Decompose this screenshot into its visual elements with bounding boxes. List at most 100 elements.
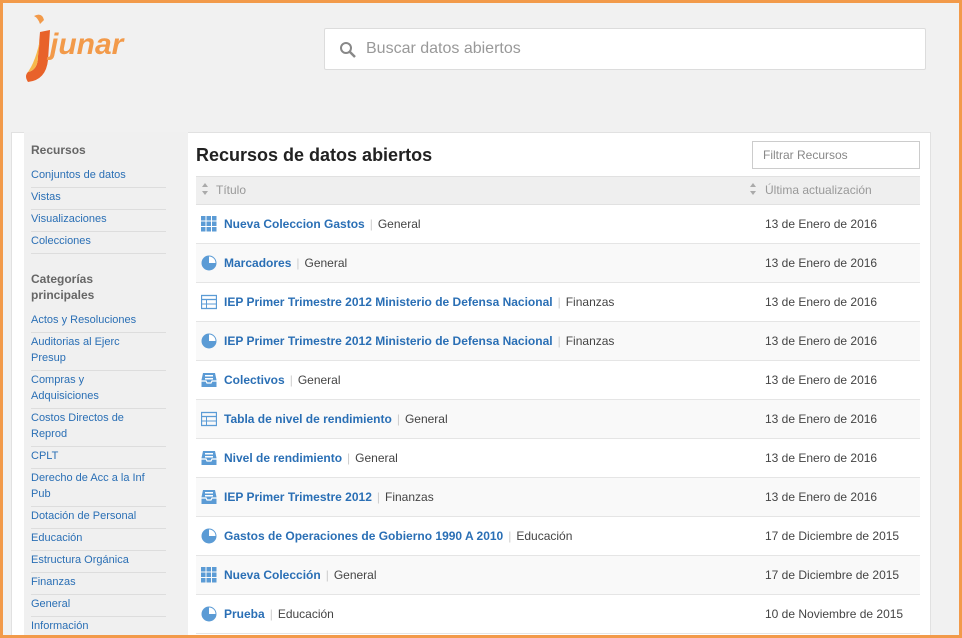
resource-name-cell: Colectivos | General (224, 373, 341, 387)
sidebar-item-category[interactable]: General (31, 595, 166, 617)
category-label-line: CPLT (31, 450, 59, 462)
resource-link[interactable]: Prueba (224, 607, 265, 621)
resource-name-cell: Marcadores | General (224, 256, 347, 270)
resource-link[interactable]: Nueva Colección (224, 568, 321, 582)
resource-category[interactable]: General (298, 373, 341, 387)
resource-link[interactable]: IEP Primer Trimestre 2012 Ministerio de … (224, 295, 553, 309)
separator: | (325, 568, 329, 582)
filter-input[interactable]: Filtrar Recursos (752, 141, 920, 169)
resource-category[interactable]: General (405, 412, 448, 426)
resource-link[interactable]: Gastos de Operaciones de Gobierno 1990 A… (224, 529, 503, 543)
resource-category[interactable]: General (305, 256, 348, 270)
table-row[interactable]: IEP Primer Trimestre 2012 Ministerio de … (196, 283, 920, 322)
category-label-line: General (31, 598, 71, 610)
search-bar[interactable]: Buscar datos abiertos (324, 28, 926, 70)
resource-date: 13 de Enero de 2016 (765, 334, 878, 348)
sidebar-item-category[interactable]: Dotación de Personal (31, 507, 166, 529)
filter-placeholder: Filtrar Recursos (763, 148, 848, 162)
category-label-line: Finanzas (31, 576, 76, 588)
sidebar-item-resource[interactable]: Vistas (31, 188, 166, 210)
category-label-line: Compras y (31, 374, 85, 386)
resource-link[interactable]: Marcadores (224, 256, 291, 270)
junar-logo[interactable]: junar (20, 10, 160, 85)
search-placeholder: Buscar datos abiertos (366, 40, 521, 57)
resource-name-cell: IEP Primer Trimestre 2012 Ministerio de … (224, 334, 614, 348)
resource-category[interactable]: Finanzas (566, 295, 615, 309)
category-label-line: Presup (31, 352, 66, 364)
resource-category[interactable]: Finanzas (566, 334, 615, 348)
resource-date: 17 de Diciembre de 2015 (765, 529, 900, 543)
category-label-line: Costos Directos de (31, 412, 124, 424)
resource-link[interactable]: Nivel de rendimiento (224, 451, 342, 465)
chart-icon (201, 255, 217, 271)
table-row[interactable]: Prueba | Educación 10 de Noviembre de 2015 (196, 595, 920, 634)
sidebar-item-category[interactable]: Educación (31, 529, 166, 551)
table-row[interactable]: IEP Primer Trimestre 2012 Ministerio de … (196, 322, 920, 361)
sidebar-categories-heading: Categorías principales (31, 271, 94, 303)
sidebar-item-resource[interactable]: Colecciones (31, 232, 166, 254)
table-row[interactable]: Nueva Coleccion Gastos | General 13 de Ener… (196, 205, 920, 244)
table-icon (201, 294, 217, 310)
resource-category[interactable]: General (355, 451, 398, 465)
table-row[interactable]: Nueva Colección | General 17 de Diciembre d… (196, 556, 920, 595)
resource-category[interactable]: General (378, 217, 421, 231)
table-row[interactable]: IEP Primer Trimestre 2012 | Finanzas 13 de … (196, 478, 920, 517)
separator: | (296, 256, 300, 270)
resource-name-cell: Nueva Coleccion Gastos | General (224, 217, 421, 231)
table-row[interactable]: Gastos de Operaciones de Gobierno 1990 A… (196, 517, 920, 556)
resource-link[interactable]: IEP Primer Trimestre 2012 (224, 490, 372, 504)
chart-icon (201, 606, 217, 622)
resource-name-cell: Prueba | Educación (224, 607, 334, 621)
resource-date: 13 de Enero de 2016 (765, 217, 878, 231)
category-label-line: Estructura Orgánica (31, 554, 129, 566)
sidebar-item-category[interactable]: CPLT (31, 447, 166, 469)
resource-category[interactable]: Educación (278, 607, 334, 621)
resource-name-cell: Gastos de Operaciones de Gobierno 1990 A… (224, 529, 572, 543)
resource-category[interactable]: General (334, 568, 377, 582)
sidebar-item-category[interactable]: Costos Directos de Reprod (31, 409, 166, 447)
table-row[interactable]: Nivel de rendimiento | General 13 de Enero … (196, 439, 920, 478)
resource-link[interactable]: Colectivos (224, 373, 285, 387)
dataset-icon (201, 451, 217, 465)
page-title: Recursos de datos abiertos (196, 145, 433, 165)
separator: | (369, 217, 373, 231)
sidebar-item-category[interactable]: Finanzas (31, 573, 166, 595)
resource-link[interactable]: IEP Primer Trimestre 2012 Ministerio de … (224, 334, 553, 348)
col-title-header[interactable]: Título (216, 183, 246, 197)
separator: | (376, 490, 380, 504)
sidebar-item-resource[interactable]: Conjuntos de datos (31, 166, 166, 188)
resource-name-cell: Nivel de rendimiento | General (224, 451, 398, 465)
sidebar-item-category[interactable]: Actos y Resoluciones (31, 311, 166, 333)
col-updated-header[interactable]: Última actualización (765, 183, 872, 197)
resource-category[interactable]: Finanzas (385, 490, 434, 504)
sort-icon[interactable] (749, 182, 757, 196)
sidebar-item-category[interactable]: Información (31, 617, 166, 638)
table-row[interactable]: Colectivos | General 13 de Enero de 2016 (196, 361, 920, 400)
chart-icon (201, 333, 217, 349)
sidebar-item-category[interactable]: Derecho de Acc a la Inf Pub (31, 469, 166, 507)
resource-name-cell: IEP Primer Trimestre 2012 | Finanzas (224, 490, 434, 504)
table-icon (201, 411, 217, 427)
sidebar-item-resource[interactable]: Visualizaciones (31, 210, 166, 232)
resource-link[interactable]: Nueva Coleccion Gastos (224, 217, 365, 231)
resource-date: 13 de Enero de 2016 (765, 256, 878, 270)
chart-icon (201, 528, 217, 544)
table-row[interactable]: Tabla de nivel de rendimiento | General 13 … (196, 400, 920, 439)
resource-date: 13 de Enero de 2016 (765, 451, 878, 465)
resource-name-cell: Tabla de nivel de rendimiento | General (224, 412, 448, 426)
sidebar-item-category[interactable]: Estructura Orgánica (31, 551, 166, 573)
table-row[interactable]: Marcadores | General 13 de Enero de 2016 (196, 244, 920, 283)
sidebar-item-category[interactable]: Compras y Adquisiciones (31, 371, 166, 409)
category-label-line: Adquisiciones (31, 390, 99, 402)
resource-link[interactable]: Tabla de nivel de rendimiento (224, 412, 392, 426)
category-label-line: Pub (31, 488, 51, 500)
sidebar-item-category[interactable]: Auditorias al Ejerc Presup (31, 333, 166, 371)
resource-category[interactable]: Educación (516, 529, 572, 543)
resource-date: 13 de Enero de 2016 (765, 490, 878, 504)
sort-icon[interactable] (201, 182, 209, 196)
category-label-line: Actos y Resoluciones (31, 314, 137, 326)
resource-date: 17 de Diciembre de 2015 (765, 568, 900, 582)
category-label-line: Educación (31, 532, 83, 544)
resource-date: 13 de Enero de 2016 (765, 373, 878, 387)
resource-name-cell: Nueva Colección | General (224, 568, 377, 582)
